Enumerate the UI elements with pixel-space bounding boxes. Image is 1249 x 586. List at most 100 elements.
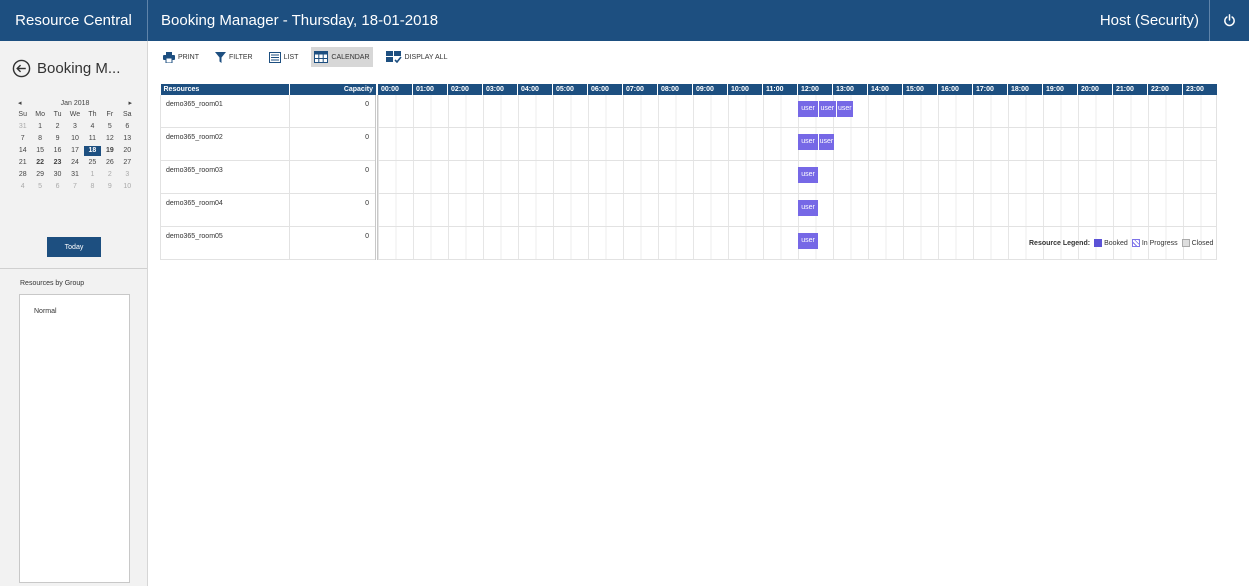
hour-header[interactable]: 20:00: [1077, 84, 1111, 95]
calendar-day[interactable]: 31: [14, 122, 31, 132]
booking-block[interactable]: user: [819, 134, 834, 150]
calendar-day[interactable]: 3: [119, 170, 136, 180]
hour-header[interactable]: 10:00: [727, 84, 761, 95]
calendar-day[interactable]: 1: [31, 122, 48, 132]
calendar-day[interactable]: 11: [84, 134, 101, 144]
resources-header[interactable]: Resources: [160, 84, 290, 95]
calendar-day[interactable]: 9: [101, 182, 118, 192]
calendar-day[interactable]: 25: [84, 158, 101, 168]
hour-header[interactable]: 23:00: [1182, 84, 1216, 95]
resource-group-normal[interactable]: Normal: [34, 308, 57, 315]
today-button[interactable]: Today: [47, 237, 101, 257]
calendar-grid: Su Mo Tu We Th Fr Sa 31 1 2 3 4 5 6 7 8 9 10 11 12 13 14 15 16 1…: [14, 110, 136, 192]
calendar-day[interactable]: 2: [49, 122, 66, 132]
calendar-day[interactable]: 4: [14, 182, 31, 192]
power-button[interactable]: [1209, 0, 1249, 41]
filter-button[interactable]: FILTER: [212, 47, 256, 67]
hour-header[interactable]: 19:00: [1042, 84, 1076, 95]
calendar-day[interactable]: 30: [49, 170, 66, 180]
hour-header[interactable]: 21:00: [1112, 84, 1146, 95]
booking-block[interactable]: user: [798, 134, 818, 150]
booking-block[interactable]: user: [798, 167, 818, 183]
calendar-day[interactable]: 5: [31, 182, 48, 192]
calendar-day[interactable]: 31: [66, 170, 83, 180]
hour-header[interactable]: 04:00: [517, 84, 551, 95]
calendar-dow: Th: [88, 111, 97, 118]
calendar-day[interactable]: 16: [49, 146, 66, 156]
calendar-day[interactable]: 1: [84, 170, 101, 180]
list-button[interactable]: LIST: [266, 47, 302, 67]
app-brand[interactable]: Resource Central: [0, 0, 148, 41]
hour-header[interactable]: 00:00: [377, 84, 411, 95]
resource-name[interactable]: demo365_room04: [160, 193, 290, 227]
display-all-button[interactable]: DISPLAY ALL: [383, 47, 451, 67]
resource-name[interactable]: demo365_room02: [160, 127, 290, 161]
hour-header[interactable]: 22:00: [1147, 84, 1181, 95]
hour-header[interactable]: 13:00: [832, 84, 866, 95]
calendar-day[interactable]: 28: [14, 170, 31, 180]
calendar-day[interactable]: 8: [31, 134, 48, 144]
booking-block[interactable]: user: [798, 233, 818, 249]
calendar-day[interactable]: 24: [66, 158, 83, 168]
hour-header[interactable]: 03:00: [482, 84, 516, 95]
resource-name[interactable]: demo365_room03: [160, 160, 290, 194]
calendar-day[interactable]: 6: [119, 122, 136, 132]
resource-name[interactable]: demo365_room05: [160, 226, 290, 260]
hour-header[interactable]: 05:00: [552, 84, 586, 95]
hour-header[interactable]: 12:00: [797, 84, 831, 95]
timeline-cell[interactable]: user: [376, 160, 1217, 194]
calendar-day[interactable]: 13: [119, 134, 136, 144]
booking-block[interactable]: user: [819, 101, 836, 117]
hour-header[interactable]: 09:00: [692, 84, 726, 95]
calendar-day[interactable]: 6: [49, 182, 66, 192]
circle-arrow-left-icon[interactable]: [12, 59, 31, 78]
calendar-day[interactable]: 7: [14, 134, 31, 144]
hour-header[interactable]: 18:00: [1007, 84, 1041, 95]
hour-header[interactable]: 08:00: [657, 84, 691, 95]
calendar-day[interactable]: 5: [101, 122, 118, 132]
calendar-day[interactable]: 17: [66, 146, 83, 156]
user-name[interactable]: Host (Security): [1100, 0, 1199, 41]
calendar-view-button[interactable]: CALENDAR: [311, 47, 373, 67]
calendar-day[interactable]: 23: [49, 158, 66, 168]
calendar-day[interactable]: 7: [66, 182, 83, 192]
capacity-header[interactable]: Capacity: [289, 84, 377, 95]
calendar-day[interactable]: 4: [84, 122, 101, 132]
calendar-day[interactable]: 10: [66, 134, 83, 144]
calendar-day[interactable]: 21: [14, 158, 31, 168]
hour-header[interactable]: 02:00: [447, 84, 481, 95]
prev-month-button[interactable]: ◂: [18, 99, 22, 107]
booking-block[interactable]: user: [836, 101, 853, 117]
calendar-day[interactable]: 3: [66, 122, 83, 132]
calendar-day[interactable]: 12: [101, 134, 118, 144]
booking-block[interactable]: user: [798, 200, 818, 216]
hour-header[interactable]: 16:00: [937, 84, 971, 95]
calendar-day[interactable]: 26: [101, 158, 118, 168]
calendar-day[interactable]: 22: [31, 158, 48, 168]
calendar-day[interactable]: 29: [31, 170, 48, 180]
calendar-day[interactable]: 20: [119, 146, 136, 156]
hour-header[interactable]: 17:00: [972, 84, 1006, 95]
calendar-day[interactable]: 2: [101, 170, 118, 180]
timeline-cell[interactable]: user: [376, 193, 1217, 227]
calendar-day[interactable]: 10: [119, 182, 136, 192]
hour-header[interactable]: 15:00: [902, 84, 936, 95]
calendar-day[interactable]: 27: [119, 158, 136, 168]
calendar-day[interactable]: 18: [83, 146, 102, 156]
hour-header[interactable]: 14:00: [867, 84, 901, 95]
calendar-day[interactable]: 9: [49, 134, 66, 144]
booking-block[interactable]: user: [798, 101, 818, 117]
timeline-cell[interactable]: user user: [376, 127, 1217, 161]
calendar-day[interactable]: 14: [14, 146, 31, 156]
hour-header[interactable]: 06:00: [587, 84, 621, 95]
timeline-cell[interactable]: user user user: [376, 95, 1217, 128]
calendar-day[interactable]: 8: [84, 182, 101, 192]
resource-name[interactable]: demo365_room01: [160, 95, 290, 128]
hour-header[interactable]: 01:00: [412, 84, 446, 95]
hour-header[interactable]: 11:00: [762, 84, 796, 95]
calendar-day[interactable]: 15: [31, 146, 48, 156]
calendar-day[interactable]: 19: [101, 146, 118, 156]
next-month-button[interactable]: ▸: [128, 99, 132, 107]
print-button[interactable]: PRINT: [160, 47, 202, 67]
hour-header[interactable]: 07:00: [622, 84, 656, 95]
